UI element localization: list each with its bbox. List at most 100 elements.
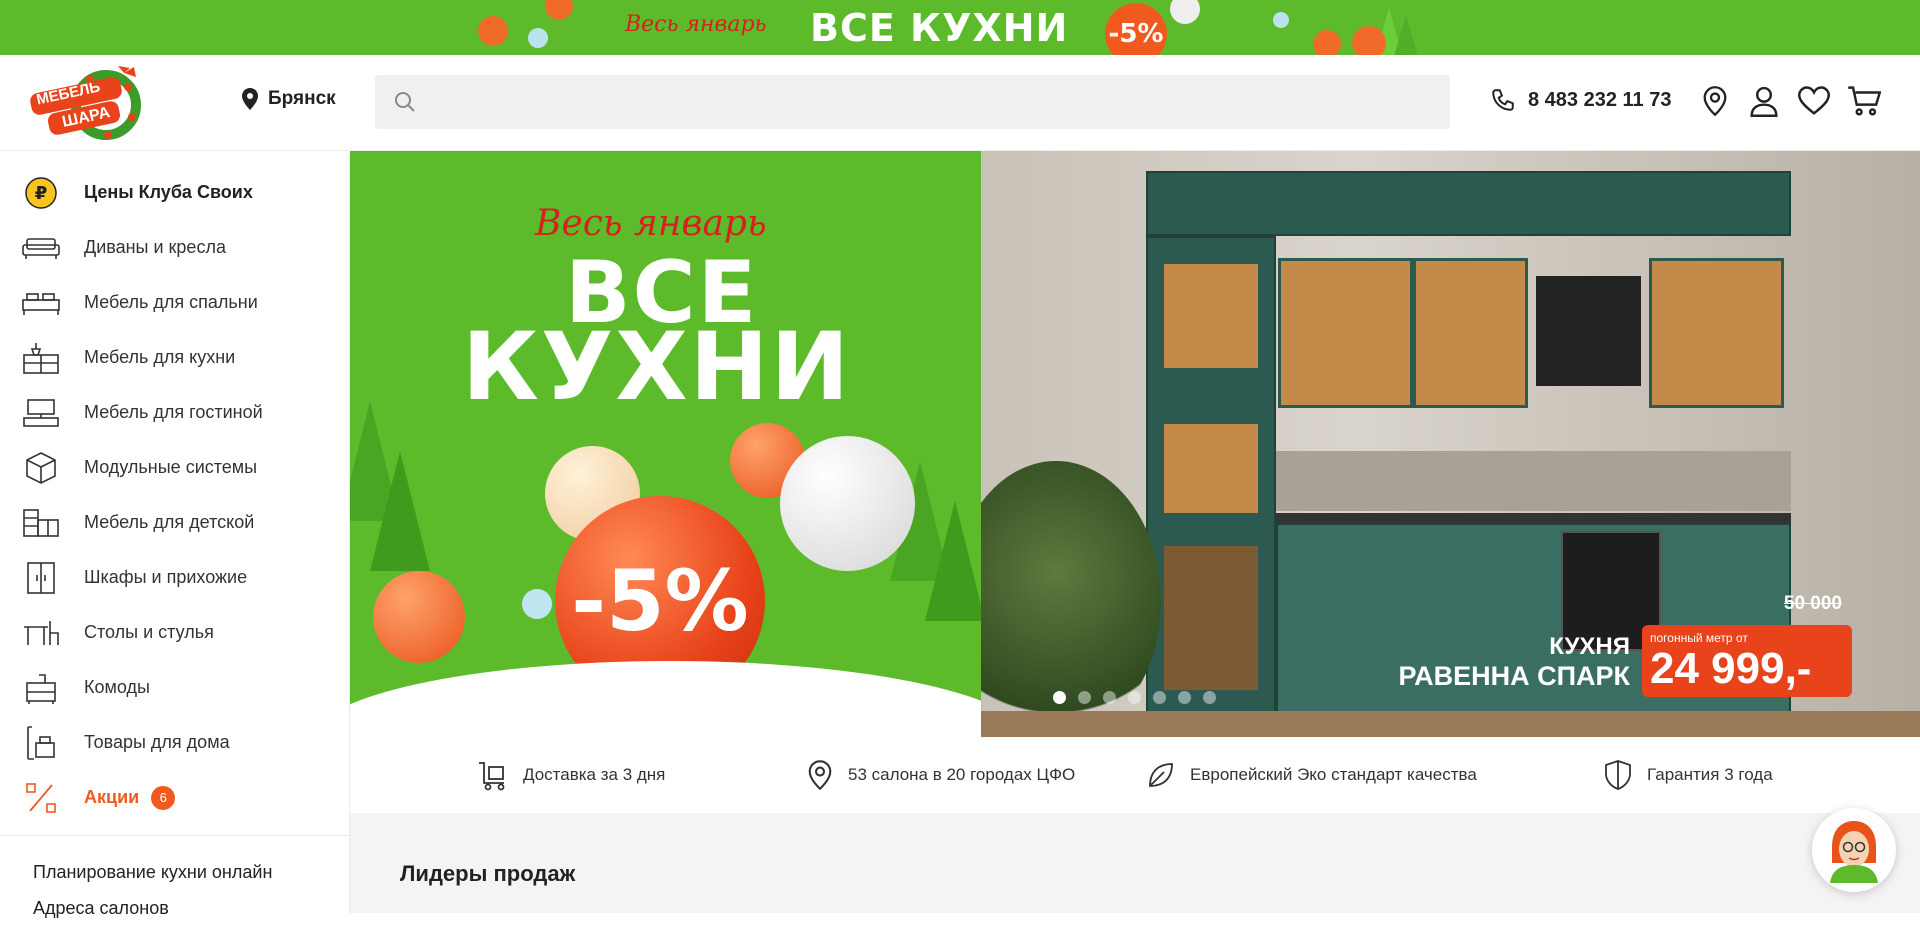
kitchen-countertop [1276,513,1791,523]
sidebar-item-kids[interactable]: Мебель для детской [0,495,349,550]
home-goods-icon [22,725,60,760]
sidebar-item-label: Столы и стулья [84,622,214,642]
kitchen-glass-door [1161,421,1261,516]
advantage-eco: Европейский Эко стандарт качества [1146,760,1477,790]
hero-discount-text: -5% [571,552,749,650]
link-store-addresses[interactable]: Адреса салонов [0,896,349,932]
phone-number: 8 483 232 11 73 [1528,88,1672,111]
hero-script-text: Весь январь [535,203,767,244]
advantage-text: 53 салона в 20 городах ЦФО [848,765,1076,784]
search-input[interactable] [429,92,1409,112]
advantage-text: Гарантия 3 года [1647,765,1773,784]
ornament-ball-icon [1352,26,1386,55]
cart-button[interactable] [1846,83,1882,119]
slider-dot[interactable] [1178,691,1191,704]
link-kitchen-planner[interactable]: Планирование кухни онлайн [0,860,349,896]
slider-pagination [1053,691,1216,704]
sidebar-item-label: Диваны и кресла [84,237,226,257]
price-value: 24 999,- [1650,644,1812,693]
kitchen-glass-door [1649,258,1784,408]
location-pin-icon [808,760,832,791]
sidebar-item-bedroom[interactable]: Мебель для спальни [0,275,349,330]
user-icon [1750,86,1778,117]
cube-icon [22,451,60,485]
location-icon [242,88,258,110]
location-pin-icon [1703,86,1727,117]
ornament-ball-icon [528,28,548,48]
kitchen-glass-door [1161,543,1261,693]
advantage-text: Европейский Эко стандарт качества [1190,765,1477,784]
sidebar-item-club-prices[interactable]: ₽ Цены Клуба Своих [0,165,349,220]
city-name: Брянск [268,88,336,109]
sidebar-item-living-room[interactable]: Мебель для гостиной [0,385,349,440]
chat-assistant-button[interactable] [1812,808,1896,892]
sidebar-item-label: Модульные системы [84,457,258,477]
advantage-stores: 53 салона в 20 городах ЦФО [806,759,1075,791]
sidebar-item-sales[interactable]: Акции 6 [0,770,349,825]
hero-promo-panel: Весь январь ВСЕ КУХНИ -5% [350,151,981,737]
slider-dot[interactable] [1078,691,1091,704]
kitchen-title: КУХНЯ РАВЕННА СПАРК [1398,633,1630,692]
sidebar-item-tables-chairs[interactable]: Столы и стулья [0,605,349,660]
advantage-delivery: Доставка за 3 дня [477,759,665,791]
search-icon[interactable] [393,90,417,114]
advantages-bar: Доставка за 3 дня 53 салона в 20 городах… [350,737,1920,813]
sofa-icon [22,231,60,265]
search-bar[interactable] [375,75,1450,129]
snow-drift [350,661,981,737]
slider-dot[interactable] [1153,691,1166,704]
catalog-menu: ₽ Цены Клуба Своих Диваны и кресла Мебел… [0,151,349,825]
stores-location-button[interactable] [1697,83,1733,119]
sidebar-item-kitchen[interactable]: Мебель для кухни [0,330,349,385]
kitchen-icon [22,341,60,375]
advantage-warranty: Гарантия 3 года [1603,759,1773,791]
sidebar-item-label: Товары для дома [84,732,230,752]
ornament-ball-icon [1273,12,1289,28]
site-logo[interactable]: МЕБЕЛЬ ШАРА [28,65,156,141]
promo-banner[interactable]: Весь январь ВСЕ КУХНИ -5% [0,0,1920,55]
kitchen-upper-cabinet [1146,171,1791,236]
table-chair-icon [22,616,60,650]
leaf-icon [1149,763,1173,787]
pine-tree-icon [1392,14,1420,55]
sidebar-item-home-goods[interactable]: Товары для дома [0,715,349,770]
bestsellers-section: Лидеры продаж [350,813,1920,913]
hero-headline-line2: КУХНИ [462,313,852,422]
floor [981,711,1920,737]
sidebar-item-sofas[interactable]: Диваны и кресла [0,220,349,275]
tv-stand-icon [22,396,60,430]
sidebar-item-wardrobes[interactable]: Шкафы и прихожие [0,550,349,605]
sidebar-item-modular[interactable]: Модульные системы [0,440,349,495]
slider-dot[interactable] [1053,691,1066,704]
sidebar-item-label: Шкафы и прихожие [84,567,248,587]
wardrobe-icon [22,561,60,595]
heart-icon [1798,86,1830,115]
ornament-ball-icon [1170,0,1200,24]
ornament-ball-icon [545,0,573,20]
slider-dot[interactable] [1203,691,1216,704]
bed-icon [22,286,60,320]
sidebar-links: Планирование кухни онлайн Адреса салонов [0,836,349,932]
sales-count-badge: 6 [151,785,176,810]
sidebar-item-dressers[interactable]: Комоды [0,660,349,715]
kitchen-hood [1536,276,1641,386]
kitchen-glass-door [1278,258,1413,408]
city-selector[interactable]: Брянск [240,87,336,111]
old-price: 50 000 [1783,593,1842,614]
ruble-coin-icon: ₽ [22,176,60,210]
hero-slider[interactable]: Весь январь ВСЕ КУХНИ -5% КУХНЯ РАВЕННА … [350,151,1920,737]
sidebar-item-label: Мебель для спальни [84,292,258,312]
sidebar-item-label: Акции [84,787,140,807]
shield-icon [1605,760,1631,790]
delivery-cart-icon [479,762,505,791]
slider-dot[interactable] [1128,691,1141,704]
slider-dot[interactable] [1103,691,1116,704]
catalog-sidebar: ₽ Цены Клуба Своих Диваны и кресла Мебел… [0,151,350,918]
account-button[interactable] [1746,83,1782,119]
promo-headline: ВСЕ КУХНИ [810,6,1069,50]
favorites-button[interactable] [1796,83,1832,119]
section-title: Лидеры продаж [400,861,576,886]
phone-link[interactable]: 8 483 232 11 73 [1490,87,1671,113]
promo-discount-text: -5% [1108,19,1164,49]
sidebar-item-label: Цены Клуба Своих [84,182,253,202]
